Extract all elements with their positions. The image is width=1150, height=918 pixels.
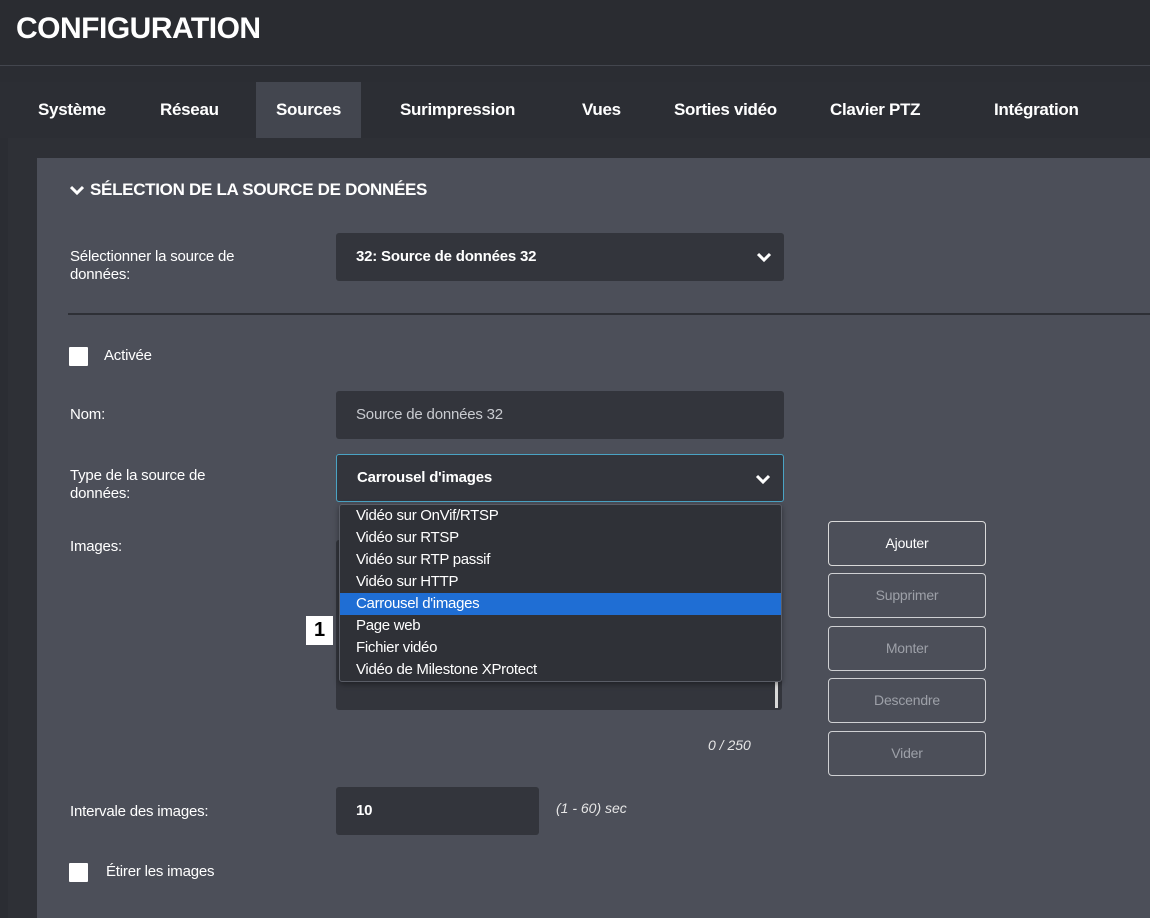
interval-field[interactable]: 10 (336, 787, 539, 835)
source-select-value: 32: Source de données 32 (356, 248, 537, 265)
section-header[interactable]: SÉLECTION DE LA SOURCE DE DONNÉES (69, 180, 428, 200)
dropdown-option[interactable]: Vidéo sur RTSP (340, 527, 781, 549)
tab-reseau[interactable]: Réseau (160, 82, 219, 138)
chevron-down-icon (755, 474, 771, 485)
stretch-checkbox[interactable] (69, 863, 88, 882)
interval-hint: (1 - 60) sec (556, 800, 627, 816)
images-list-scrollbar[interactable] (775, 680, 778, 708)
images-counter: 0 / 250 (708, 737, 751, 753)
move-down-button[interactable]: Descendre (828, 678, 986, 723)
clear-button[interactable]: Vider (828, 731, 986, 776)
tab-systeme[interactable]: Système (38, 82, 106, 138)
source-select[interactable]: 32: Source de données 32 (336, 233, 784, 281)
dropdown-option[interactable]: Vidéo de Milestone XProtect (340, 659, 781, 681)
dropdown-option-selected[interactable]: Carrousel d'images (340, 593, 781, 615)
chevron-down-icon (69, 183, 85, 198)
type-dropdown-list[interactable]: Vidéo sur OnVif/RTSP Vidéo sur RTSP Vidé… (339, 504, 782, 682)
tab-bar: Système Réseau Sources Surimpression Vue… (0, 82, 1150, 138)
dropdown-option[interactable]: Vidéo sur OnVif/RTSP (340, 505, 781, 527)
tab-integration[interactable]: Intégration (994, 82, 1079, 138)
source-select-label: Sélectionner la source de données: (70, 248, 235, 283)
enabled-checkbox[interactable] (69, 347, 88, 366)
page-title: CONFIGURATION (16, 12, 261, 45)
tab-surimpression[interactable]: Surimpression (400, 82, 515, 138)
images-label: Images: (70, 538, 122, 555)
tab-sorties-video[interactable]: Sorties vidéo (674, 82, 777, 138)
tab-vues[interactable]: Vues (582, 82, 621, 138)
tab-clavier-ptz[interactable]: Clavier PTZ (830, 82, 921, 138)
type-select[interactable]: Carrousel d'images (336, 454, 784, 502)
type-label: Type de la source de données: (70, 467, 206, 502)
remove-button[interactable]: Supprimer (828, 573, 986, 618)
enabled-label: Activée (104, 347, 152, 364)
name-label: Nom: (70, 406, 106, 423)
section-title: SÉLECTION DE LA SOURCE DE DONNÉES (90, 180, 428, 199)
section-divider (68, 313, 1150, 315)
move-up-button[interactable]: Monter (828, 626, 986, 671)
add-button[interactable]: Ajouter (828, 521, 986, 566)
app-header: CONFIGURATION (0, 0, 1150, 66)
dropdown-option[interactable]: Vidéo sur RTP passif (340, 549, 781, 571)
stretch-label: Étirer les images (106, 863, 215, 880)
chevron-down-icon (756, 252, 772, 263)
callout-badge: 1 (306, 616, 333, 645)
name-field[interactable]: Source de données 32 (336, 391, 784, 439)
interval-label: Intervale des images: (70, 803, 209, 820)
dropdown-option[interactable]: Fichier vidéo (340, 637, 781, 659)
dropdown-option[interactable]: Vidéo sur HTTP (340, 571, 781, 593)
tab-sources[interactable]: Sources (256, 82, 361, 138)
type-select-value: Carrousel d'images (357, 469, 493, 486)
dropdown-option[interactable]: Page web (340, 615, 781, 637)
